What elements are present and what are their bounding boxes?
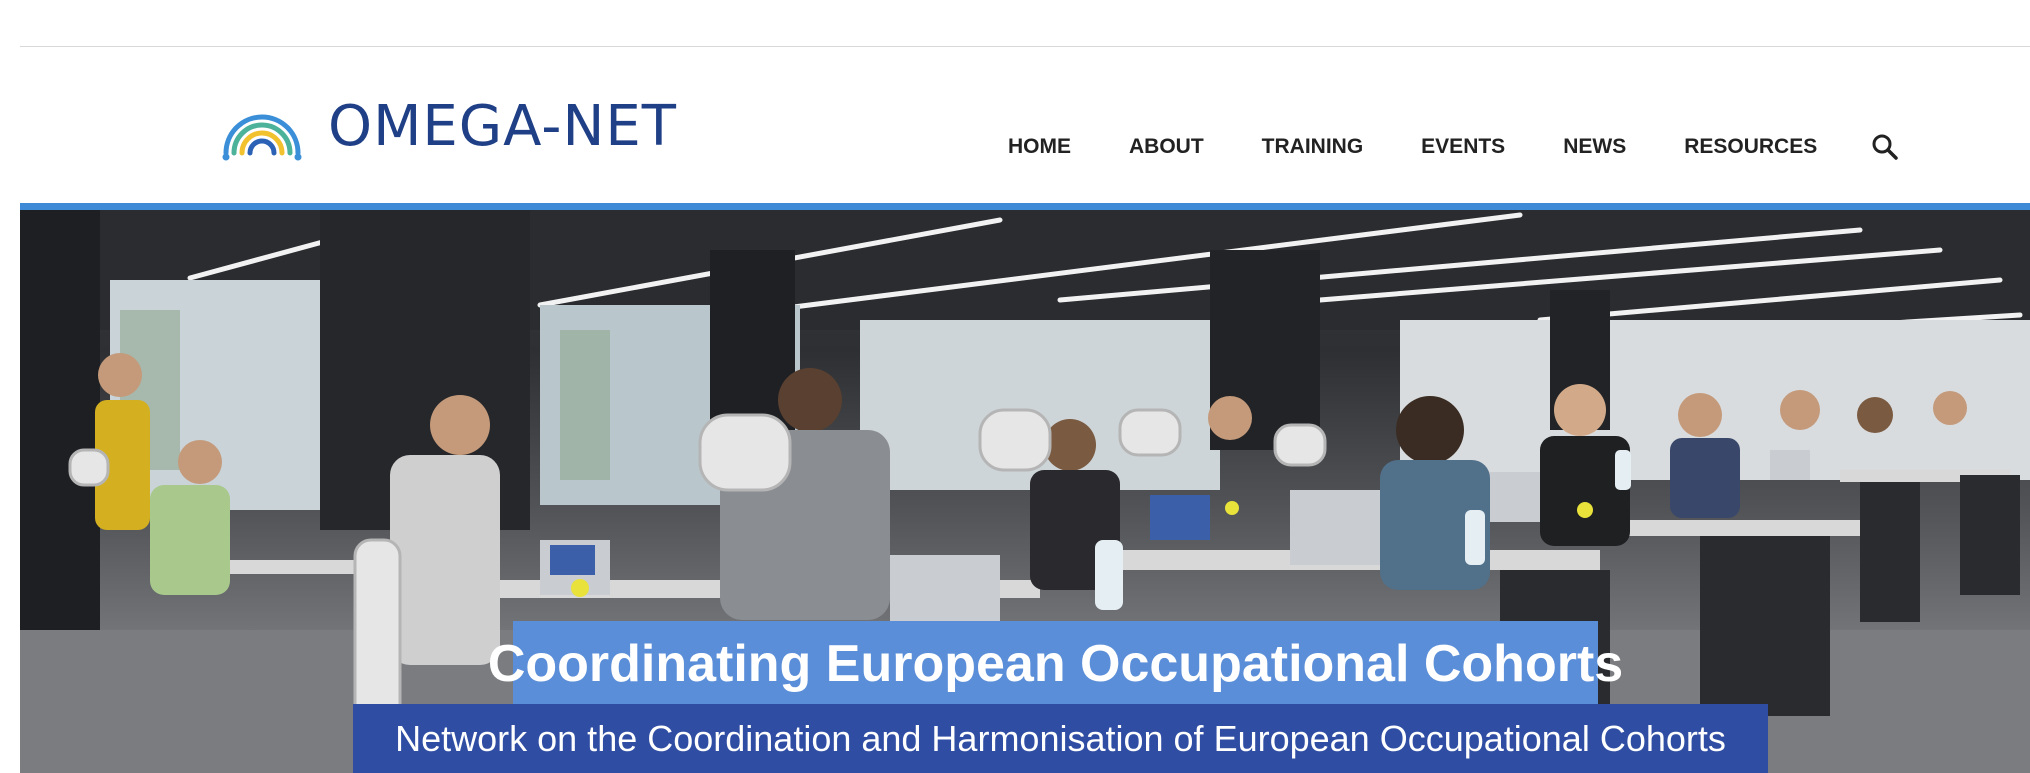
search-button[interactable] [1867,129,1903,165]
site-header: OMEGA-NET HOME ABOUT TRAINING EVENTS NEW… [20,47,2030,203]
nav-home[interactable]: HOME [1008,135,1071,159]
search-icon [1872,134,1898,160]
nav-training[interactable]: TRAINING [1262,135,1364,159]
nav-resources[interactable]: RESOURCES [1684,135,1817,159]
nav-events[interactable]: EVENTS [1421,135,1505,159]
hero-title: Coordinating European Occupational Cohor… [488,621,1623,707]
hero-subtitle: Network on the Coordination and Harmonis… [353,704,1768,773]
site-name: OMEGA-NET [328,94,677,159]
nav-news[interactable]: NEWS [1563,135,1626,159]
rainbow-arch-logo-icon [222,114,302,161]
header-accent-bar [20,203,2030,210]
nav-about[interactable]: ABOUT [1129,135,1204,159]
main-navigation: HOME ABOUT TRAINING EVENTS NEWS RESOURCE… [1008,129,1903,165]
hero-banner: Coordinating European Occupational Cohor… [20,210,2030,773]
site-logo-link[interactable]: OMEGA-NET [220,87,677,167]
